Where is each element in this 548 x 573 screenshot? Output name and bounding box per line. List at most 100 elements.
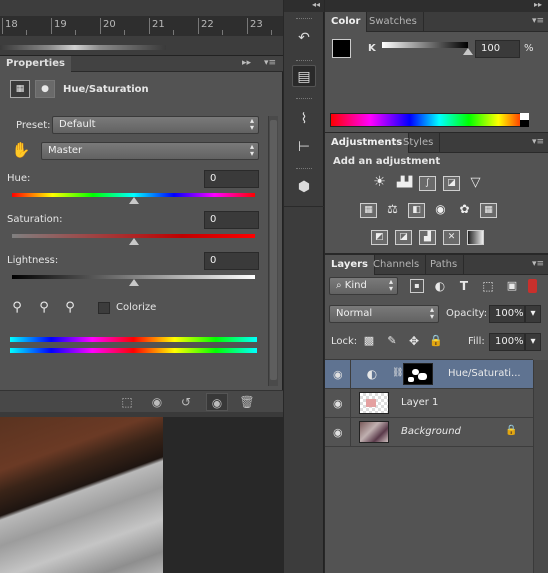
foreground-color-swatch[interactable] — [332, 39, 351, 58]
black-white-icon[interactable]: ◧ — [408, 203, 425, 218]
k-slider-track[interactable] — [382, 42, 468, 48]
blend-mode-dropdown[interactable]: Normal ▴ ▾ — [329, 305, 439, 323]
reset-icon[interactable]: ↺ — [175, 393, 197, 411]
filter-shape-icon[interactable]: ⬚ — [481, 279, 495, 293]
fill-dropdown-arrow-icon[interactable]: ▾ — [525, 333, 541, 351]
panel-menu-icon[interactable]: ▾≡ — [264, 58, 276, 68]
fill-input[interactable]: 100% — [489, 333, 525, 351]
tab-color[interactable]: Color — [325, 12, 368, 32]
dock-grip[interactable] — [296, 168, 312, 171]
hue-saturation-icon[interactable]: ▦ — [360, 203, 377, 218]
collapse-double-arrow-icon[interactable]: ▸▸ — [325, 0, 548, 12]
layer-row[interactable]: ◉ Layer 1 — [325, 389, 533, 418]
canvas-scroll-indicator[interactable] — [0, 45, 166, 50]
curves-icon[interactable]: ∫ — [419, 176, 436, 191]
eye-icon[interactable]: ◉ — [333, 368, 343, 381]
mask-icon[interactable]: ● — [35, 80, 55, 98]
eyedropper-icon[interactable]: ⚲ — [9, 300, 25, 316]
history-icon[interactable]: ↶ — [292, 27, 316, 49]
lock-transparent-pixels-icon[interactable]: ▩ — [362, 334, 376, 348]
filter-pixel-icon[interactable]: ▪ — [410, 279, 424, 293]
filter-toggle-switch[interactable] — [528, 279, 537, 293]
adjustment-layer-icon[interactable]: ▦ — [10, 80, 30, 98]
k-slider-thumb[interactable] — [463, 48, 473, 55]
3d-cube-icon[interactable]: ⬢ — [292, 176, 316, 198]
brightness-contrast-icon[interactable]: ☀ — [371, 175, 388, 191]
layer-row[interactable]: ◉ Background 🔒 — [325, 418, 533, 447]
panel-menu-icon[interactable]: ▾≡ — [532, 137, 544, 147]
photo-filter-icon[interactable]: ◉ — [432, 203, 449, 218]
filter-adjustment-icon[interactable]: ◐ — [433, 279, 447, 293]
tab-channels[interactable]: Channels — [367, 255, 427, 275]
selective-color-icon[interactable]: ✕ — [443, 230, 460, 245]
tab-styles[interactable]: Styles — [397, 133, 441, 153]
layer-thumbnail[interactable] — [359, 421, 389, 443]
exposure-icon[interactable]: ◪ — [443, 176, 460, 191]
color-balance-icon[interactable]: ⚖ — [384, 203, 401, 218]
invert-icon[interactable]: ◩ — [371, 230, 388, 245]
properties-icon[interactable]: ▤ — [292, 65, 316, 87]
eye-icon[interactable]: ◉ — [333, 426, 343, 439]
tool-presets-icon[interactable]: ⊢ — [292, 136, 316, 158]
opacity-input[interactable]: 100% — [489, 305, 525, 323]
delete-trash-icon[interactable]: 🗑 — [236, 393, 258, 411]
lightness-slider-thumb[interactable] — [128, 279, 139, 286]
layer-row[interactable]: ◉ ◐ ⛓ Hue/Saturati... — [325, 360, 533, 389]
levels-icon[interactable]: ▟▟ — [396, 176, 413, 191]
vibrance-icon[interactable]: ▽ — [467, 176, 484, 191]
eye-icon[interactable]: ◉ — [333, 397, 343, 410]
threshold-icon[interactable]: ▟ — [419, 230, 436, 245]
tab-swatches[interactable]: Swatches — [363, 12, 424, 32]
lock-position-icon[interactable]: ✥ — [407, 334, 421, 348]
layer-name[interactable]: Hue/Saturati... — [448, 368, 521, 379]
document-canvas[interactable] — [0, 412, 283, 573]
tab-paths[interactable]: Paths — [424, 255, 465, 275]
eyedropper-plus-icon[interactable]: ⚲ — [36, 300, 52, 316]
hue-input[interactable]: 0 — [204, 170, 259, 188]
lightness-input[interactable]: 0 — [204, 252, 259, 270]
layer-name[interactable]: Background — [401, 426, 461, 437]
hue-slider-thumb[interactable] — [128, 197, 139, 204]
targeted-adjustment-hand-icon[interactable]: ✋ — [11, 140, 31, 160]
layer-filter-dropdown[interactable]: ⌕ Kind ▴ ▾ — [329, 277, 398, 295]
channel-dropdown[interactable]: Master ▴ ▾ — [41, 142, 259, 160]
dock-grip[interactable] — [296, 98, 312, 101]
properties-scrollbar[interactable] — [268, 116, 278, 386]
opacity-dropdown-arrow-icon[interactable]: ▾ — [525, 305, 541, 323]
filter-smart-object-icon[interactable]: ▣ — [505, 279, 519, 293]
collapse-double-arrow-icon[interactable]: ▸▸ — [242, 58, 251, 68]
visibility-eye-icon[interactable]: ◉ — [206, 393, 228, 411]
tab-properties[interactable]: Properties — [0, 56, 71, 72]
color-lookup-icon[interactable]: ▦ — [480, 203, 497, 218]
spectrum-black-swatch[interactable] — [520, 120, 529, 127]
gradient-map-icon[interactable] — [467, 230, 484, 245]
layer-name[interactable]: Layer 1 — [401, 397, 438, 408]
panel-menu-icon[interactable]: ▾≡ — [532, 259, 544, 269]
dropdown-arrows-icon: ▴ ▾ — [249, 116, 254, 132]
k-value-input[interactable]: 100 — [475, 40, 520, 58]
collapse-double-arrow-icon[interactable]: ◂◂ — [284, 0, 324, 12]
filter-type-icon[interactable]: T — [457, 279, 471, 293]
color-spectrum-ramp[interactable] — [330, 113, 529, 127]
dock-grip[interactable] — [296, 18, 312, 21]
saturation-input[interactable]: 0 — [204, 211, 259, 229]
eyedropper-minus-icon[interactable]: ⚲ — [62, 300, 78, 316]
view-previous-state-icon[interactable]: ◉ — [146, 393, 168, 411]
spectrum-white-swatch[interactable] — [520, 113, 529, 120]
dock-grip[interactable] — [296, 60, 312, 63]
panel-menu-icon[interactable]: ▾≡ — [532, 16, 544, 26]
layers-scrollbar[interactable] — [533, 360, 548, 573]
lock-all-icon[interactable]: 🔒 — [429, 334, 443, 348]
channel-mixer-icon[interactable]: ✿ — [456, 203, 473, 218]
preset-dropdown[interactable]: Default ▴ ▾ — [52, 116, 259, 134]
lock-image-pixels-icon[interactable]: ✎ — [385, 334, 399, 348]
chain-link-icon[interactable]: ⛓ — [392, 368, 403, 380]
layer-mask-thumbnail[interactable] — [403, 363, 433, 385]
scrollbar-thumb[interactable] — [270, 120, 277, 380]
clip-to-layer-icon[interactable]: ⬚ — [116, 393, 138, 411]
posterize-icon[interactable]: ◪ — [395, 230, 412, 245]
layer-thumbnail[interactable] — [359, 392, 389, 414]
colorize-checkbox[interactable] — [98, 302, 110, 314]
saturation-slider-thumb[interactable] — [128, 238, 139, 245]
brush-presets-icon[interactable]: ⌇ — [292, 108, 316, 130]
